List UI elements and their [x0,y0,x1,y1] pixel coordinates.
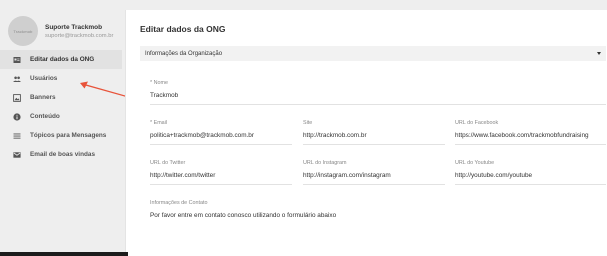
people-icon [13,75,21,83]
sidebar-nav: Editar dados da ONG Usuários Banners Con… [0,50,122,164]
email-field[interactable]: * Email politica+trackmob@trackmob.com.b… [150,120,292,145]
sidebar-item-label: Tópicos para Mensagens [30,132,107,139]
image-icon [13,93,21,102]
sidebar-item-topicos[interactable]: Tópicos para Mensagens [0,126,122,145]
facebook-field[interactable]: URL do Facebook https://www.facebook.com… [455,120,606,145]
youtube-field[interactable]: URL do Youtube http://youtube.com/youtub… [455,160,606,185]
sidebar-item-email-boas-vindas[interactable]: Email de boas vindas [0,145,122,164]
contato-field[interactable]: Informações de Contato Por favor entre e… [150,200,606,219]
section-header[interactable]: Informações da Organização [140,46,606,61]
field-underline [455,184,606,185]
youtube-input[interactable]: http://youtube.com/youtube [455,172,606,179]
facebook-label: URL do Facebook [455,120,499,126]
sidebar: Trackmob Suporte Trackmob suporte@trackm… [0,0,122,256]
id-card-icon [13,56,21,64]
nome-label: * Nome [150,80,168,86]
user-info: Suporte Trackmob suporte@trackmob.com.br [45,23,113,40]
field-underline [455,144,606,145]
sidebar-item-conteudo[interactable]: Conteúdo [0,107,122,126]
main-panel: Editar dados da ONG Informações da Organ… [125,10,607,256]
nome-input[interactable]: Trackmob [150,92,606,99]
site-field[interactable]: Site http://trackmob.com.br [303,120,445,145]
taskbar-strip [0,252,128,256]
user-profile[interactable]: Trackmob Suporte Trackmob suporte@trackm… [8,14,118,48]
user-email: suporte@trackmob.com.br [45,32,114,39]
instagram-input[interactable]: http://instagram.com/instagram [303,172,445,179]
twitter-label: URL do Twitter [150,160,186,166]
youtube-label: URL do Youtube [455,160,495,166]
caret-down-icon[interactable] [597,52,601,55]
info-icon [13,112,21,121]
email-input[interactable]: politica+trackmob@trackmob.com.br [150,132,292,139]
sidebar-item-editar-dados[interactable]: Editar dados da ONG [0,50,122,69]
user-name: Suporte Trackmob [45,23,103,31]
section-title: Informações da Organização [145,50,223,57]
nome-field[interactable]: * Nome Trackmob [150,80,606,105]
list-icon [13,132,21,140]
site-label: Site [303,120,313,126]
field-underline [150,104,606,105]
instagram-field[interactable]: URL do Instagram http://instagram.com/in… [303,160,445,185]
email-label: * Email [150,120,168,126]
sidebar-item-label: Usuários [30,75,58,82]
sidebar-item-label: Banners [30,94,56,101]
top-strip [122,0,607,10]
facebook-input[interactable]: https://www.facebook.com/trackmobfundrai… [455,132,606,139]
twitter-field[interactable]: URL do Twitter http://twitter.com/twitte… [150,160,292,185]
sidebar-item-label: Conteúdo [30,113,60,120]
sidebar-item-label: Email de boas vindas [30,151,95,158]
mail-icon [13,151,21,159]
page-title: Editar dados da ONG [140,24,226,34]
field-underline [150,184,292,185]
site-input[interactable]: http://trackmob.com.br [303,132,445,139]
instagram-label: URL do Instagram [303,160,347,166]
twitter-input[interactable]: http://twitter.com/twitter [150,172,292,179]
contato-label: Informações de Contato [150,200,208,206]
field-underline [150,144,292,145]
field-underline [303,184,445,185]
contato-input[interactable]: Por favor entre em contato conosco utili… [150,212,606,219]
avatar: Trackmob [8,16,38,46]
sidebar-item-label: Editar dados da ONG [30,56,95,63]
field-underline [303,144,445,145]
